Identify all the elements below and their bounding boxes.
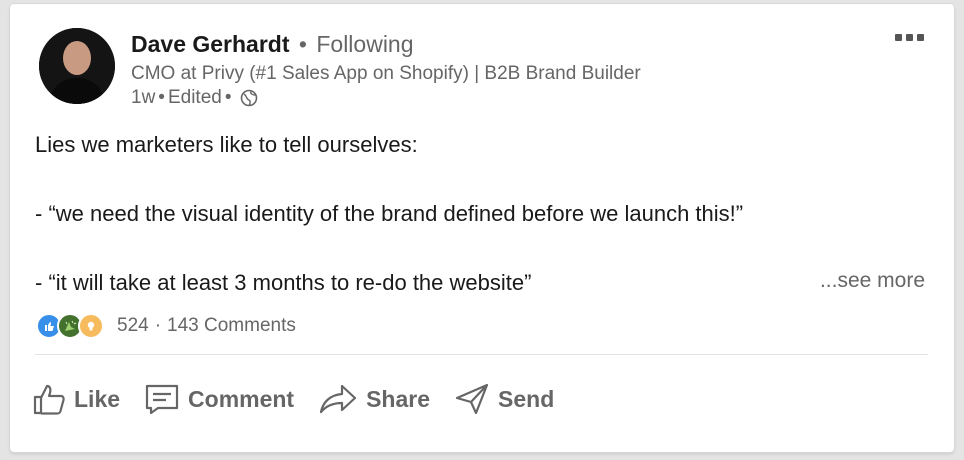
share-arrow-icon: [319, 384, 357, 414]
comment-button[interactable]: Comment: [144, 382, 294, 416]
author-avatar[interactable]: [39, 28, 115, 104]
post-card: Dave Gerhardt • Following CMO at Privy (…: [10, 4, 954, 452]
globe-icon: [240, 89, 258, 107]
author-separator: •: [298, 31, 307, 57]
comments-count[interactable]: 143 Comments: [167, 315, 296, 337]
social-counts: 524 · 143 Comments: [36, 313, 296, 339]
share-button[interactable]: Share: [318, 382, 430, 416]
more-dot: [906, 34, 913, 41]
insightful-icon: [78, 313, 104, 339]
meta-separator: •: [158, 87, 165, 108]
see-more-link[interactable]: ...see more: [820, 269, 925, 293]
post-body-line-2: - “we need the visual identity of the br…: [35, 201, 744, 226]
comment-label: Comment: [188, 385, 295, 412]
author-name[interactable]: Dave Gerhardt: [131, 31, 290, 57]
share-label: Share: [366, 385, 431, 412]
send-button[interactable]: Send: [454, 382, 554, 416]
thumbs-up-icon: [33, 384, 65, 415]
edited-label: Edited: [167, 87, 222, 108]
like-button[interactable]: Like: [32, 382, 120, 416]
meta-separator-2: •: [224, 87, 232, 108]
social-separator: ·: [154, 315, 162, 336]
post-time: 1w: [131, 87, 156, 108]
more-horizontal-icon: [895, 34, 902, 41]
post-meta: 1w • Edited •: [131, 87, 258, 109]
reaction-count[interactable]: 524: [117, 315, 149, 337]
post-body-line-1: Lies we marketers like to tell ourselves…: [35, 132, 418, 157]
action-bar: Like Comment Share Send: [32, 382, 578, 416]
reaction-icons[interactable]: [36, 313, 104, 339]
send-icon: [455, 383, 489, 415]
more-dot: [917, 34, 924, 41]
author-line: Dave Gerhardt • Following: [131, 31, 414, 58]
author-headline: CMO at Privy (#1 Sales App on Shopify) |…: [131, 63, 641, 84]
comment-icon: [145, 384, 179, 415]
post-body-line-3: - “it will take at least 3 months to re-…: [35, 270, 532, 295]
like-label: Like: [74, 385, 121, 412]
send-label: Send: [498, 385, 555, 412]
follow-status[interactable]: Following: [316, 31, 413, 57]
divider: [35, 354, 928, 355]
more-options-button[interactable]: [895, 34, 924, 41]
